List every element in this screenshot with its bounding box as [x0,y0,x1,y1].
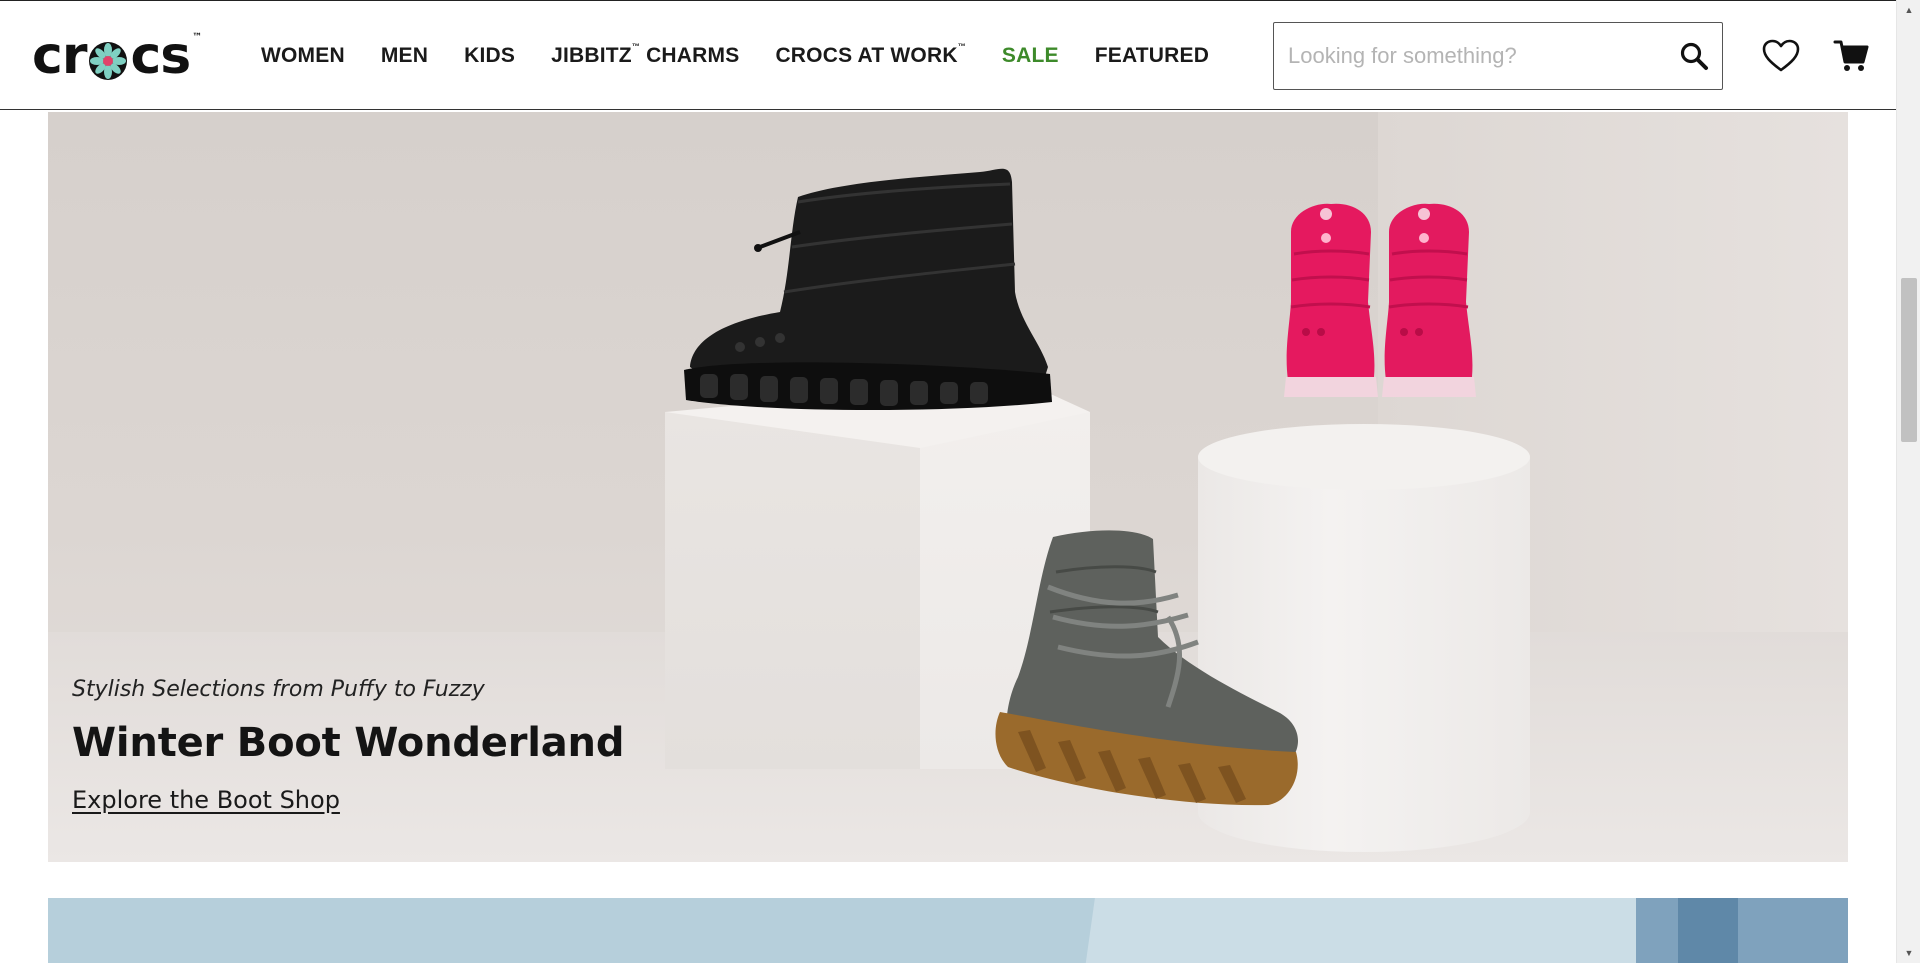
scroll-down-arrow-icon[interactable]: ▼ [1897,943,1920,963]
search-icon[interactable] [1666,23,1722,89]
cylinder-pedestal-top [1198,424,1530,490]
hero-banner[interactable]: Stylish Selections from Puffy to Fuzzy W… [48,112,1848,862]
pink-puffer-boots-image [1284,203,1476,397]
hero-text-block: Stylish Selections from Puffy to Fuzzy W… [72,677,624,814]
scrollbar-thumb[interactable] [1901,278,1917,442]
logo-text-right: cs [130,26,191,86]
logo-text-left: cr [32,26,87,86]
search-input[interactable] [1274,23,1666,89]
crocs-logo[interactable]: cr cs ™ [32,26,228,86]
nav-item-jibbitz-charms[interactable]: JIBBITZ™ CHARMS [551,42,739,68]
hero-kicker: Stylish Selections from Puffy to Fuzzy [72,677,485,702]
next-promo-light-panel [1085,898,1655,963]
nav-item-crocs-at-work[interactable]: CROCS AT WORK™ [775,42,965,68]
heart-icon[interactable] [1760,35,1802,77]
nav-item-sale[interactable]: SALE [1002,44,1059,68]
page: cr cs ™ WOMEN MEN KIDS JIBBITZ™ CHARMS C… [0,0,1920,963]
next-promo-dark-panel [1636,898,1848,963]
cube-pedestal-front [665,412,920,769]
main-nav: WOMEN MEN KIDS JIBBITZ™ CHARMS CROCS AT … [261,1,1245,111]
site-header: cr cs ™ WOMEN MEN KIDS JIBBITZ™ CHARMS C… [0,0,1896,110]
nav-item-women[interactable]: WOMEN [261,44,345,68]
jibbitz-flower-icon [88,38,128,80]
search-box [1273,22,1723,90]
gray-lace-up-boot-image [995,530,1298,806]
logo-trademark: ™ [192,32,202,43]
black-puffer-boot-image [684,168,1052,411]
page-scrollbar[interactable]: ▲ ▼ [1896,0,1920,963]
cart-icon[interactable] [1830,35,1872,77]
hero-title: Winter Boot Wonderland [72,720,625,766]
next-promo-shadow-panel [1678,898,1738,963]
explore-boot-shop-link[interactable]: Explore the Boot Shop [72,786,340,814]
nav-item-featured[interactable]: FEATURED [1095,44,1209,68]
scroll-up-arrow-icon[interactable]: ▲ [1897,0,1920,20]
next-promo-banner[interactable] [48,898,1848,963]
nav-item-men[interactable]: MEN [381,44,428,68]
nav-item-kids[interactable]: KIDS [464,44,515,68]
